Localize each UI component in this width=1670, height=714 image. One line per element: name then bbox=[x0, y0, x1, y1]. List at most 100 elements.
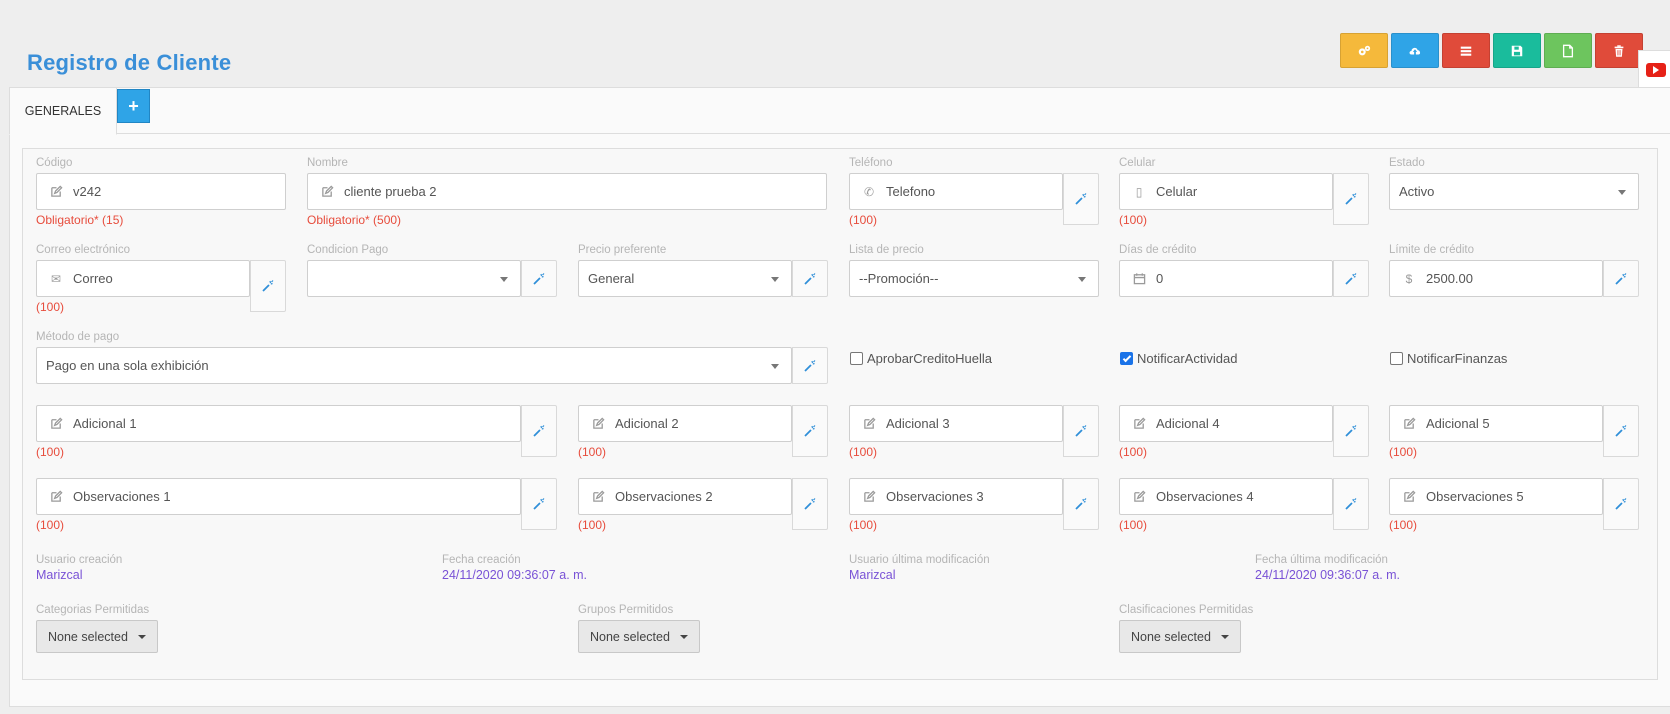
adicional-3-wand-button[interactable] bbox=[1063, 405, 1099, 457]
settings-button[interactable] bbox=[1340, 33, 1388, 68]
observaciones-3-field[interactable]: Observaciones 3 bbox=[849, 478, 1063, 515]
edit-icon bbox=[49, 185, 63, 199]
edit-icon bbox=[49, 490, 63, 504]
observaciones-5-placeholder: Observaciones 5 bbox=[1426, 489, 1524, 504]
edit-icon bbox=[862, 490, 876, 504]
grupos-multiselect[interactable]: None selected bbox=[578, 620, 700, 653]
magic-wand-icon bbox=[1615, 425, 1627, 437]
limite-credito-field[interactable]: $ 2500.00 bbox=[1389, 260, 1603, 297]
telefono-field[interactable]: ✆ Telefono bbox=[849, 173, 1063, 210]
grupos-label: Grupos Permitidos bbox=[578, 604, 674, 616]
magic-wand-icon bbox=[533, 272, 545, 285]
dollar-icon: $ bbox=[1405, 271, 1413, 286]
telefono-placeholder: Telefono bbox=[886, 184, 936, 199]
magic-wand-icon bbox=[1075, 193, 1087, 205]
condicion-pago-select[interactable] bbox=[307, 260, 521, 297]
aprobar-credito-huella-checkbox[interactable]: AprobarCreditoHuella bbox=[850, 351, 992, 366]
observaciones-1-placeholder: Observaciones 1 bbox=[73, 489, 171, 504]
observaciones-2-field[interactable]: Observaciones 2 bbox=[578, 478, 792, 515]
correo-field[interactable]: ✉ Correo bbox=[36, 260, 250, 297]
list-button[interactable] bbox=[1442, 33, 1490, 68]
metodo-pago-wand-button[interactable] bbox=[792, 347, 828, 384]
nombre-field[interactable]: cliente prueba 2 bbox=[307, 173, 827, 210]
adicional-5-field[interactable]: Adicional 5 bbox=[1389, 405, 1603, 442]
dias-credito-field[interactable]: 0 bbox=[1119, 260, 1333, 297]
limite-credito-wand-button[interactable] bbox=[1603, 260, 1639, 297]
precio-preferente-select[interactable]: General bbox=[578, 260, 792, 297]
adicional-5-placeholder: Adicional 5 bbox=[1426, 416, 1490, 431]
page-title: Registro de Cliente bbox=[27, 50, 232, 75]
celular-wand-button[interactable] bbox=[1333, 173, 1369, 225]
observaciones-4-wand-button[interactable] bbox=[1333, 478, 1369, 530]
celular-field[interactable]: ▯ Celular bbox=[1119, 173, 1333, 210]
adicional-1-placeholder: Adicional 1 bbox=[73, 416, 137, 431]
clasificaciones-multiselect[interactable]: None selected bbox=[1119, 620, 1241, 653]
new-button[interactable] bbox=[1544, 33, 1592, 68]
correo-placeholder: Correo bbox=[73, 271, 113, 286]
observaciones-5-wand-button[interactable] bbox=[1603, 478, 1639, 530]
tab-generales[interactable]: GENERALES bbox=[9, 87, 117, 135]
condicion-pago-wand-button[interactable] bbox=[521, 260, 557, 297]
observaciones-4-placeholder: Observaciones 4 bbox=[1156, 489, 1254, 504]
adicional-1-wand-button[interactable] bbox=[521, 405, 557, 457]
adicional-2-field[interactable]: Adicional 2 bbox=[578, 405, 792, 442]
adicional-3-field[interactable]: Adicional 3 bbox=[849, 405, 1063, 442]
notificar-finanzas-label: NotificarFinanzas bbox=[1407, 351, 1508, 366]
notificar-finanzas-checkbox[interactable]: NotificarFinanzas bbox=[1390, 351, 1507, 366]
correo-wand-button[interactable] bbox=[250, 260, 286, 312]
caret-down-icon bbox=[1220, 634, 1229, 639]
metodo-pago-value: Pago en una sola exhibición bbox=[46, 358, 209, 373]
cloud-upload-icon bbox=[1409, 47, 1421, 54]
categorias-multiselect[interactable]: None selected bbox=[36, 620, 158, 653]
dias-credito-wand-button[interactable] bbox=[1333, 260, 1369, 297]
edit-icon bbox=[591, 490, 605, 504]
observaciones-2-hint: (100) bbox=[578, 518, 607, 532]
checkbox-box[interactable] bbox=[1120, 352, 1133, 365]
adicional-2-placeholder: Adicional 2 bbox=[615, 416, 679, 431]
usuario-creacion-label: Usuario creación bbox=[36, 554, 123, 566]
categorias-value: None selected bbox=[48, 629, 128, 644]
adicional-2-hint: (100) bbox=[578, 445, 607, 459]
lista-precio-select[interactable]: --Promoción-- bbox=[849, 260, 1099, 297]
metodo-pago-select[interactable]: Pago en una sola exhibición bbox=[36, 347, 792, 384]
edit-icon bbox=[591, 417, 605, 431]
chevron-down-icon bbox=[771, 277, 779, 282]
save-button[interactable] bbox=[1493, 33, 1541, 68]
magic-wand-icon bbox=[804, 425, 816, 437]
notificar-actividad-label: NotificarActividad bbox=[1137, 351, 1238, 366]
categorias-label: Categorias Permitidas bbox=[36, 604, 150, 616]
adicional-2-wand-button[interactable] bbox=[792, 405, 828, 457]
precio-preferente-wand-button[interactable] bbox=[792, 260, 828, 297]
observaciones-2-wand-button[interactable] bbox=[792, 478, 828, 530]
observaciones-4-field[interactable]: Observaciones 4 bbox=[1119, 478, 1333, 515]
observaciones-1-wand-button[interactable] bbox=[521, 478, 557, 530]
client-form: Código v242 Obligatorio* (15) Nombre cli… bbox=[22, 148, 1658, 680]
clasificaciones-label: Clasificaciones Permitidas bbox=[1119, 604, 1254, 616]
list-icon bbox=[1460, 46, 1472, 56]
estado-select[interactable]: Activo bbox=[1389, 173, 1639, 210]
observaciones-1-field[interactable]: Observaciones 1 bbox=[36, 478, 521, 515]
chevron-down-icon bbox=[1618, 190, 1626, 195]
checkbox-box[interactable] bbox=[850, 352, 863, 365]
observaciones-1-hint: (100) bbox=[36, 518, 65, 532]
checkbox-box[interactable] bbox=[1390, 352, 1403, 365]
add-tab-button[interactable]: + bbox=[117, 89, 150, 123]
adicional-1-field[interactable]: Adicional 1 bbox=[36, 405, 521, 442]
adicional-3-placeholder: Adicional 3 bbox=[886, 416, 950, 431]
adicional-4-field[interactable]: Adicional 4 bbox=[1119, 405, 1333, 442]
telefono-wand-button[interactable] bbox=[1063, 173, 1099, 225]
codigo-field[interactable]: v242 bbox=[36, 173, 286, 210]
observaciones-3-wand-button[interactable] bbox=[1063, 478, 1099, 530]
adicional-5-wand-button[interactable] bbox=[1603, 405, 1639, 457]
nombre-hint: Obligatorio* (500) bbox=[307, 213, 402, 227]
cloud-upload-button[interactable] bbox=[1391, 33, 1439, 68]
gears-icon bbox=[1358, 45, 1371, 55]
video-tutorial-button[interactable] bbox=[1638, 50, 1670, 90]
adicional-4-wand-button[interactable] bbox=[1333, 405, 1369, 457]
observaciones-5-field[interactable]: Observaciones 5 bbox=[1389, 478, 1603, 515]
notificar-actividad-checkbox[interactable]: NotificarActividad bbox=[1120, 351, 1237, 366]
delete-button[interactable] bbox=[1595, 33, 1643, 68]
youtube-icon bbox=[1645, 63, 1666, 77]
grupos-value: None selected bbox=[590, 629, 670, 644]
limite-credito-label: Límite de crédito bbox=[1389, 244, 1475, 256]
